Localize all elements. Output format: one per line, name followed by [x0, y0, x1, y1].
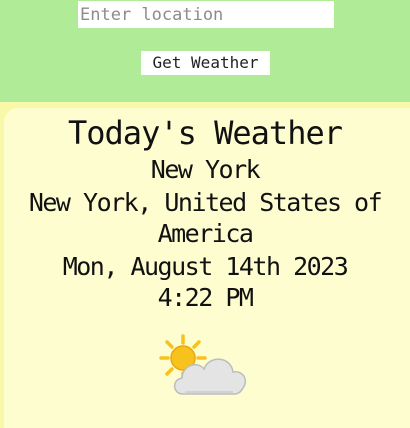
time-text: 4:22 PM	[157, 283, 254, 312]
weather-title: Today's Weather	[68, 114, 343, 152]
region-name: New York, United States of America	[28, 188, 383, 248]
search-bar: Get Weather	[0, 0, 410, 102]
date-text: Mon, August 14th 2023	[62, 252, 349, 281]
location-input[interactable]	[78, 1, 334, 28]
partly-cloudy-icon	[159, 334, 247, 395]
get-weather-button[interactable]: Get Weather	[141, 51, 270, 75]
city-name: New York	[150, 155, 261, 184]
